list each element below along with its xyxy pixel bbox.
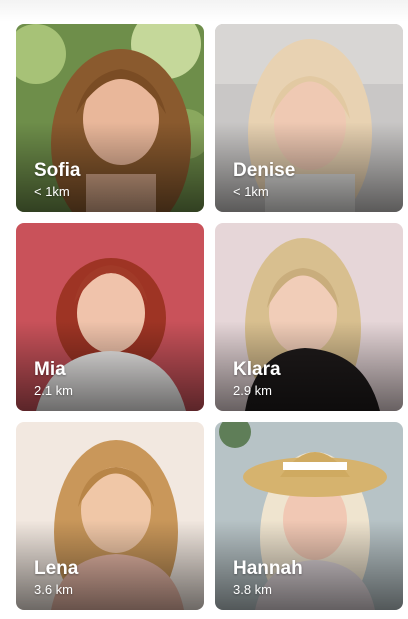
profile-info: Lena 3.6 km	[34, 558, 78, 598]
profile-distance: < 1km	[34, 184, 70, 199]
profile-info: Sofia < 1km	[34, 160, 80, 200]
profile-card-klara[interactable]: Klara 2.9 km	[215, 223, 403, 411]
profile-distance: < 1km	[233, 184, 269, 199]
profile-info: Denise < 1km	[233, 160, 295, 200]
profile-name: Sofia	[34, 160, 81, 181]
profile-distance: 3.6 km	[34, 582, 74, 597]
profile-grid: Sofia < 1km Denise < 1km Mia 2.1 km Klar…	[16, 24, 403, 610]
profile-card-hannah[interactable]: Hannah 3.8 km	[215, 422, 403, 610]
profile-name: Denise	[233, 160, 296, 181]
profile-info: Mia 2.1 km	[34, 359, 73, 399]
profile-info: Klara 2.9 km	[233, 359, 281, 399]
profile-card-lena[interactable]: Lena 3.6 km	[16, 422, 204, 610]
profile-distance: 3.8 km	[233, 582, 273, 597]
profile-name: Lena	[34, 558, 79, 579]
profile-name: Mia	[34, 359, 66, 380]
profile-name: Hannah	[233, 558, 303, 579]
top-fade	[0, 0, 408, 22]
profile-info: Hannah 3.8 km	[233, 558, 303, 598]
profile-card-mia[interactable]: Mia 2.1 km	[16, 223, 204, 411]
profile-name: Klara	[233, 359, 281, 380]
profile-card-denise[interactable]: Denise < 1km	[215, 24, 403, 212]
profile-distance: 2.9 km	[233, 383, 273, 398]
profile-card-sofia[interactable]: Sofia < 1km	[16, 24, 204, 212]
profile-distance: 2.1 km	[34, 383, 74, 398]
